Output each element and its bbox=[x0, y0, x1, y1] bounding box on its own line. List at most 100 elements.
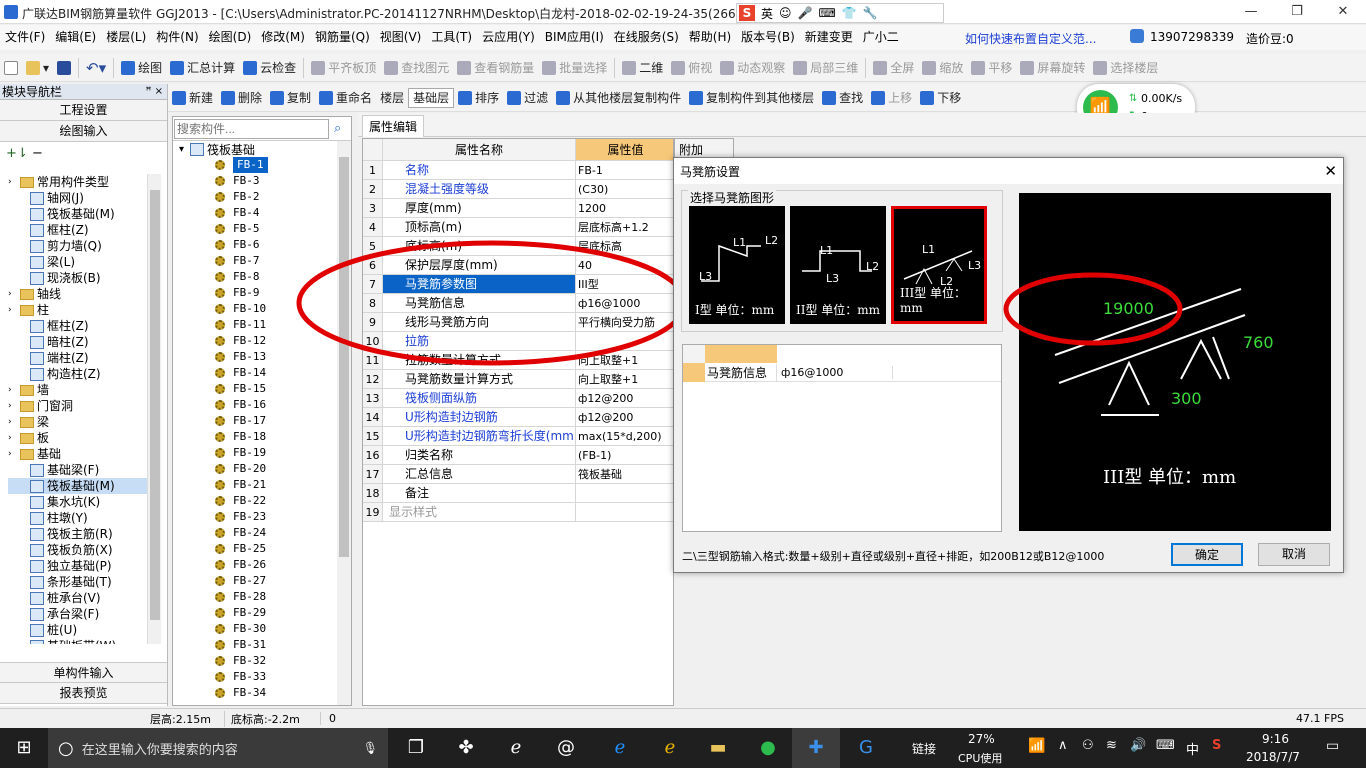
expand-collapse[interactable]: +⇂ − bbox=[0, 142, 167, 164]
nav-scrollbar[interactable] bbox=[147, 174, 161, 644]
nav-tree-item[interactable]: 轴网(J) bbox=[8, 190, 150, 206]
sogou-tray-icon[interactable]: S bbox=[1212, 738, 1221, 753]
comp-toolbar-btn-7[interactable]: 过滤 bbox=[503, 85, 552, 111]
clock-date[interactable]: 2018/7/7 bbox=[1246, 750, 1300, 764]
nav-tree-item[interactable]: 承台梁(F) bbox=[8, 606, 150, 622]
network-icon[interactable]: ≋ bbox=[1106, 738, 1117, 753]
nav-tree-item[interactable]: › 板 bbox=[8, 430, 150, 446]
edge-icon[interactable]: ℯ bbox=[596, 728, 644, 768]
ggj-app-icon[interactable]: ✚ bbox=[792, 728, 840, 768]
comp-toolbar-btn-4[interactable]: 楼层 bbox=[376, 85, 408, 111]
task-view-icon[interactable]: ❐ bbox=[392, 728, 440, 768]
component-list-item[interactable]: FB-31 bbox=[215, 637, 351, 653]
component-list-item[interactable]: FB-25 bbox=[215, 541, 351, 557]
tray-expand-icon[interactable]: ∧ bbox=[1058, 738, 1068, 753]
component-list-item[interactable]: FB-28 bbox=[215, 589, 351, 605]
component-list-item[interactable]: FB-23 bbox=[215, 509, 351, 525]
component-list-item[interactable]: FB-16 bbox=[215, 397, 351, 413]
comp-toolbar-btn-11[interactable]: 上移 bbox=[867, 85, 916, 111]
component-list-item[interactable]: FB-17 bbox=[215, 413, 351, 429]
menu-item-15[interactable]: 广小二 bbox=[858, 25, 904, 50]
volume-icon[interactable]: 🔊 bbox=[1130, 738, 1146, 753]
nav-tree-item[interactable]: › 门窗洞 bbox=[8, 398, 150, 414]
undo-icon[interactable]: ↶▾ bbox=[82, 55, 110, 81]
component-list-item[interactable]: FB-33 bbox=[215, 669, 351, 685]
toolbar-btn-6[interactable]: 批量选择 bbox=[538, 55, 611, 81]
nav-tree-item[interactable]: 条形基础(T) bbox=[8, 574, 150, 590]
preview-l3-value[interactable]: 760 bbox=[1243, 333, 1274, 352]
nav-drawing-input[interactable]: 绘图输入 bbox=[0, 121, 167, 142]
glodon-icon[interactable]: G bbox=[842, 728, 890, 768]
cancel-button[interactable]: 取消 bbox=[1258, 543, 1330, 566]
restore-button[interactable]: ❐ bbox=[1274, 0, 1320, 24]
comp-toolbar-btn-1[interactable]: 删除 bbox=[217, 85, 266, 111]
nav-tree-item[interactable]: › 轴线 bbox=[8, 286, 150, 302]
nav-tree-item[interactable]: 集水坑(K) bbox=[8, 494, 150, 510]
fan-icon[interactable]: ✤ bbox=[442, 728, 490, 768]
input-lang[interactable]: 中 bbox=[1186, 739, 1199, 758]
nav-tree-item[interactable]: 框柱(Z) bbox=[8, 222, 150, 238]
nav-tree-item[interactable]: 独立基础(P) bbox=[8, 558, 150, 574]
mic-icon[interactable]: 🎤 bbox=[798, 6, 813, 20]
nav-tree-item[interactable]: 现浇板(B) bbox=[8, 270, 150, 286]
ok-button[interactable]: 确定 bbox=[1171, 543, 1243, 566]
component-list-item[interactable]: FB-5 bbox=[215, 221, 351, 237]
nav-tree-item[interactable]: 暗柱(Z) bbox=[8, 334, 150, 350]
taskbar-link[interactable]: 链接 bbox=[912, 740, 936, 757]
nav-tree-item[interactable]: 基础梁(F) bbox=[8, 462, 150, 478]
comp-toolbar-btn-2[interactable]: 复制 bbox=[266, 85, 315, 111]
component-list-item[interactable]: FB-24 bbox=[215, 525, 351, 541]
property-row[interactable]: 3 厚度(mm) 1200 bbox=[363, 199, 673, 218]
property-row[interactable]: 12 马凳筋数量计算方式 向上取整+1 bbox=[363, 370, 673, 389]
skin-icon[interactable]: 👕 bbox=[842, 6, 857, 20]
app-green-icon[interactable]: ● bbox=[744, 728, 792, 768]
toolbar-btn-1[interactable]: 汇总计算 bbox=[166, 55, 239, 81]
toolbar-btn-8[interactable]: 俯视 bbox=[667, 55, 716, 81]
component-list-item[interactable]: FB-4 bbox=[215, 205, 351, 221]
component-list-item[interactable]: FB-20 bbox=[215, 461, 351, 477]
people-icon[interactable]: ⚇ bbox=[1082, 738, 1094, 753]
menu-item-7[interactable]: 视图(V) bbox=[375, 25, 427, 50]
dialog-close-icon[interactable]: ✕ bbox=[1324, 162, 1337, 180]
property-row[interactable]: 19 显示样式 bbox=[363, 503, 673, 522]
menu-item-2[interactable]: 楼层(L) bbox=[101, 25, 151, 50]
search-icon[interactable]: ⌕ bbox=[334, 121, 341, 136]
nav-tree-item[interactable]: 筏板主筋(R) bbox=[8, 526, 150, 542]
comp-toolbar-btn-3[interactable]: 重命名 bbox=[315, 85, 376, 111]
preview-l2-value[interactable]: 300 bbox=[1171, 389, 1202, 408]
nav-tree-item[interactable]: › 梁 bbox=[8, 414, 150, 430]
toolbar-btn-4[interactable]: 查找图元 bbox=[380, 55, 453, 81]
nav-tree-item[interactable]: 剪力墙(Q) bbox=[8, 238, 150, 254]
expand-all-icon[interactable]: +⇂ bbox=[6, 146, 28, 161]
tree-toggle-icon[interactable]: › bbox=[8, 286, 20, 302]
component-list-item[interactable]: FB-2 bbox=[215, 189, 351, 205]
phone-account[interactable]: 13907298339 bbox=[1150, 30, 1234, 44]
comp-toolbar-btn-10[interactable]: 查找 bbox=[818, 85, 867, 111]
help-link[interactable]: 如何快速布置自定义范... bbox=[965, 30, 1096, 47]
tree-toggle-icon[interactable]: › bbox=[8, 446, 20, 462]
toolbar-btn-11[interactable]: 全屏 bbox=[869, 55, 918, 81]
comp-toolbar-btn-0[interactable]: 新建 bbox=[168, 85, 217, 111]
component-list-item[interactable]: FB-3 bbox=[215, 173, 351, 189]
property-row[interactable]: 13 筏板侧面纵筋 ф12@200 bbox=[363, 389, 673, 408]
component-search-input[interactable] bbox=[174, 118, 329, 139]
property-row[interactable]: 18 备注 bbox=[363, 484, 673, 503]
property-row[interactable]: 1 名称 FB-1 bbox=[363, 161, 673, 180]
property-value[interactable]: ф12@200 bbox=[576, 389, 673, 407]
tree-toggle-icon[interactable]: › bbox=[8, 174, 20, 190]
shape-type-2[interactable]: L1 L2 L3 II型 单位：mm bbox=[790, 206, 886, 324]
list-root[interactable]: ▾ 筏板基础 bbox=[173, 141, 351, 157]
menu-item-0[interactable]: 文件(F) bbox=[0, 25, 50, 50]
shape-type-1[interactable]: L1 L2 L3 I型 单位：mm bbox=[689, 206, 785, 324]
component-list-item[interactable]: FB-15 bbox=[215, 381, 351, 397]
nav-tree-item[interactable]: 筏板基础(M) bbox=[8, 206, 150, 222]
menu-item-8[interactable]: 工具(T) bbox=[426, 25, 477, 50]
property-row[interactable]: 17 汇总信息 筏板基础 bbox=[363, 465, 673, 484]
nav-tree-item[interactable]: › 基础 bbox=[8, 446, 150, 462]
toolbar-btn-3[interactable]: 平齐板顶 bbox=[307, 55, 380, 81]
list-scrollbar[interactable] bbox=[337, 141, 351, 705]
property-value[interactable]: max(15*d,200) bbox=[576, 427, 673, 445]
toolbar-btn-2[interactable]: 云检查 bbox=[239, 55, 300, 81]
nav-tree-item[interactable]: 端柱(Z) bbox=[8, 350, 150, 366]
property-value[interactable]: (C30) bbox=[576, 180, 673, 198]
